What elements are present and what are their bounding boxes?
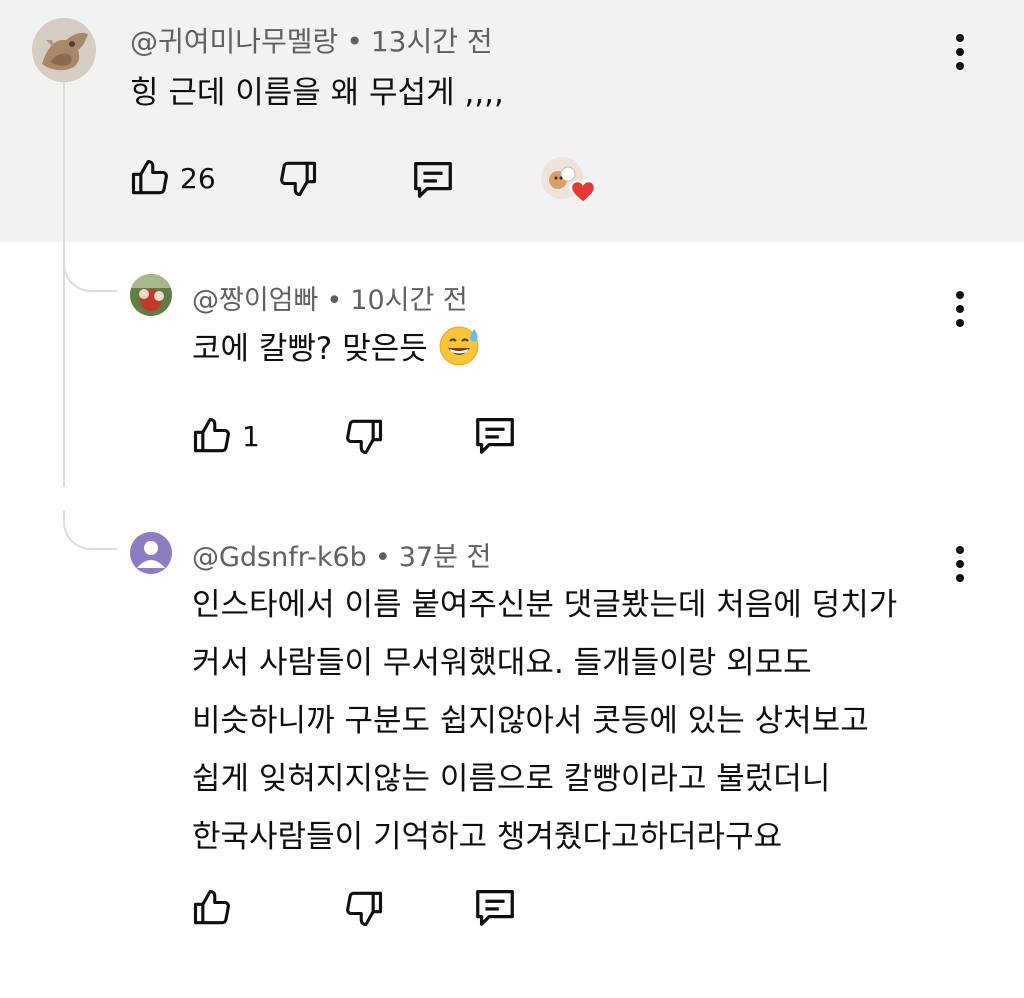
dot-icon xyxy=(956,319,964,327)
thumbs-up-icon xyxy=(131,159,168,195)
like-count: 26 xyxy=(180,161,216,195)
comment-meta: @Gdsnfr-k6b • 37분 전 xyxy=(192,535,491,574)
thumbs-up-icon xyxy=(193,889,230,925)
comment-text: 힝 근데 이름을 왜 무섭게 ,,,, xyxy=(130,75,504,111)
thumbs-up-icon xyxy=(193,417,230,453)
reply-button[interactable] xyxy=(472,884,518,930)
comment-timestamp[interactable]: 37분 전 xyxy=(399,542,492,573)
avatar[interactable] xyxy=(130,274,172,316)
comment-author[interactable]: @귀여미나무멜랑 xyxy=(130,25,338,58)
dot-icon xyxy=(956,62,964,70)
avatar[interactable] xyxy=(130,532,172,574)
comment-author[interactable]: @Gdsnfr-k6b xyxy=(192,542,367,573)
dot-icon xyxy=(956,546,964,554)
comment-text-content: 코에 칼빵? 맞은듯 xyxy=(192,331,428,367)
comment-reply-icon xyxy=(476,890,514,926)
comment-timestamp[interactable]: 10시간 전 xyxy=(350,285,467,316)
reply-button[interactable] xyxy=(472,412,518,458)
comment-reply-icon xyxy=(476,418,514,454)
comment-text-line: 인스타에서 이름 붙여주신분 댓글봤는데 처음에 덩치가 xyxy=(192,587,898,623)
comment-meta: @짱이엄빠 • 10시간 전 xyxy=(192,278,468,317)
like-button[interactable]: 26 xyxy=(128,156,216,200)
dot-icon xyxy=(956,34,964,42)
like-button[interactable]: 1 xyxy=(190,414,260,458)
reply-button[interactable] xyxy=(410,156,456,202)
dislike-button[interactable] xyxy=(276,156,320,200)
thread-connector-curve xyxy=(63,252,117,292)
sweat-smile-icon xyxy=(439,326,479,366)
comment-text-line: 쉽게 잊혀지지않는 이름으로 칼빵이라고 불렀더니 xyxy=(192,761,831,797)
meta-separator: • xyxy=(326,285,343,316)
dot-icon xyxy=(956,48,964,56)
comment-reply-icon xyxy=(414,162,452,198)
thumbs-down-icon xyxy=(280,161,317,197)
comment-text-line: 비슷하니까 구분도 쉽지않아서 콧등에 있는 상처보고 xyxy=(192,703,869,739)
comment-text: 코에 칼빵? 맞은듯 xyxy=(192,320,482,378)
thread-connector-line xyxy=(63,82,65,487)
comment-text: 인스타에서 이름 붙여주신분 댓글봤는데 처음에 덩치가 커서 사람들이 무서워… xyxy=(192,576,897,866)
dislike-button[interactable] xyxy=(342,886,386,930)
thumbs-down-icon xyxy=(346,419,383,455)
dislike-button[interactable] xyxy=(342,414,386,458)
avatar-photo-image xyxy=(130,274,172,316)
like-button[interactable] xyxy=(190,886,234,930)
dot-icon xyxy=(956,291,964,299)
dot-icon xyxy=(956,305,964,313)
dot-icon xyxy=(956,560,964,568)
sweat-smile-emoji xyxy=(428,326,482,367)
thumbs-down-icon xyxy=(346,891,383,927)
avatar-figurine-image xyxy=(32,18,96,82)
more-options-button[interactable] xyxy=(945,542,975,586)
creator-heart-badge xyxy=(540,156,598,206)
comment-text-line: 커서 사람들이 무서워했대요. 들개들이랑 외모도 xyxy=(192,645,812,681)
comment-meta: @귀여미나무멜랑 • 13시간 전 xyxy=(130,20,493,60)
more-options-button[interactable] xyxy=(945,287,975,331)
meta-separator: • xyxy=(374,542,391,573)
dot-icon xyxy=(956,574,964,582)
comment-text-line: 한국사람들이 기억하고 챙겨줬다고하더라구요 xyxy=(192,819,783,855)
thread-connector-curve xyxy=(63,510,117,550)
default-user-icon xyxy=(130,532,172,574)
avatar[interactable] xyxy=(32,18,96,82)
comment-author[interactable]: @짱이엄빠 xyxy=(192,285,318,316)
comment-thread: @귀여미나무멜랑•13시간 전 힝 근데 이름을 왜 무섭게 ,,,, 26 xyxy=(0,0,1024,998)
heart-icon xyxy=(570,180,596,204)
meta-separator: • xyxy=(346,25,363,58)
more-options-button[interactable] xyxy=(945,30,975,74)
comment-timestamp[interactable]: 13시간 전 xyxy=(371,25,493,58)
like-count: 1 xyxy=(242,419,260,453)
